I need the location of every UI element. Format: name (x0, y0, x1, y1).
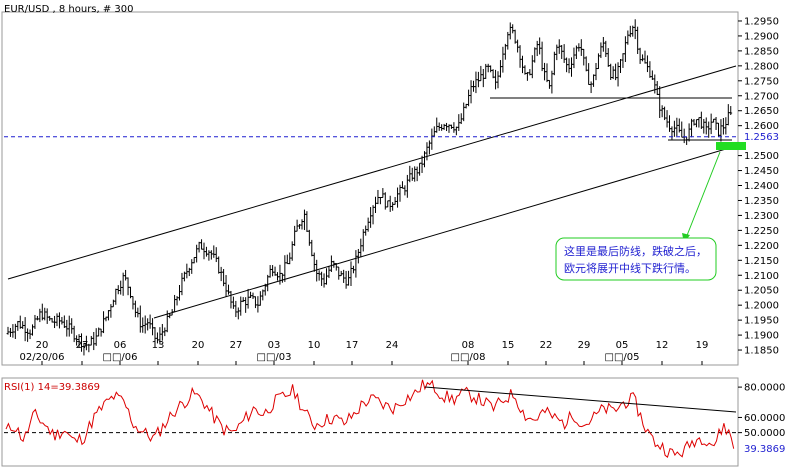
target-zone-marker (716, 142, 746, 150)
price-y-tick-label: 1.2900 (744, 31, 779, 42)
x-day-label: 19 (696, 340, 709, 351)
price-y-tick-label: 1.2950 (744, 16, 779, 27)
rsi-y-ticks: 80.0000 60.0000 50.0000 (738, 383, 785, 439)
price-y-tick-label: 1.2150 (744, 256, 779, 267)
price-y-tick-label: 1.2300 (744, 211, 779, 222)
price-y-tick-label: 1.2200 (744, 241, 779, 252)
x-month-label: □□/03 (257, 352, 292, 363)
x-day-label: 27 (230, 340, 243, 351)
x-day-label: 24 (386, 340, 399, 351)
x-day-label: 05 (616, 340, 629, 351)
x-day-label: 03 (268, 340, 281, 351)
price-y-tick-label: 1.2100 (744, 271, 779, 282)
x-month-label: 02/20/06 (20, 352, 65, 363)
rsi-title: RSI(1) 14=39.3869 (4, 382, 100, 393)
x-day-label: 20 (192, 340, 205, 351)
x-day-label: 13 (152, 340, 165, 351)
rsi-current-label: 39.3869 (744, 444, 785, 455)
price-y-tick-label: 1.2250 (744, 226, 779, 237)
price-y-ticks: 1.2950 1.2900 1.2850 1.2800 1.2750 1.2700 1.26… (738, 16, 779, 357)
price-y-tick-label: 1.2700 (744, 91, 779, 102)
price-y-tick-label: 1.1950 (744, 316, 779, 327)
x-day-label: 06 (114, 340, 127, 351)
price-y-tick-label: 1.2400 (744, 181, 779, 192)
price-y-tick-label: 1.2050 (744, 286, 779, 297)
price-y-tick-label: 1.2350 (744, 196, 779, 207)
price-y-tick-label: 1.2750 (744, 76, 779, 87)
x-day-label: 12 (656, 340, 669, 351)
price-y-tick-label: 1.2850 (744, 46, 779, 57)
chart-canvas: EUR/USD , 8 hours, # 300 1.29501.29001.2… (1, 4, 785, 467)
price-y-tick-label: 1.2000 (744, 301, 779, 312)
price-y-tick-label: 1.1900 (744, 331, 779, 342)
x-month-label: □□/05 (605, 352, 640, 363)
annotation-line-1: 这里是最后防线，跌破之后， (564, 244, 707, 258)
price-y-tick-label: 1.1850 (744, 346, 779, 357)
x-day-label: 08 (462, 340, 475, 351)
x-day-label: 29 (578, 340, 591, 351)
x-month-label: □□/08 (451, 352, 486, 363)
current-price-label: 1.2563 (744, 132, 779, 143)
rsi-y-tick-label: 60.0000 (744, 413, 785, 424)
price-y-tick-label: 1.2800 (744, 61, 779, 72)
x-day-label: 22 (540, 340, 553, 351)
chart-title: EUR/USD , 8 hours, # 300 (4, 4, 134, 15)
price-y-tick-label: 1.2600 (744, 121, 779, 132)
price-y-tick-label: 1.2650 (744, 106, 779, 117)
price-y-tick-label: 1.2450 (744, 166, 779, 177)
price-y-tick-label: 1.2500 (744, 151, 779, 162)
x-month-label: □□/06 (103, 352, 138, 363)
rsi-y-tick-label: 50.0000 (744, 428, 785, 439)
x-day-label: 17 (346, 340, 359, 351)
price-pane (1, 11, 739, 366)
rsi-pane (1, 377, 739, 467)
x-day-label: 20 (36, 340, 49, 351)
annotation-line-2: 欧元将展开中线下跌行情。 (564, 261, 696, 275)
x-day-label: 10 (308, 340, 321, 351)
rsi-y-tick-label: 80.0000 (744, 383, 785, 394)
x-day-label: 15 (502, 340, 515, 351)
